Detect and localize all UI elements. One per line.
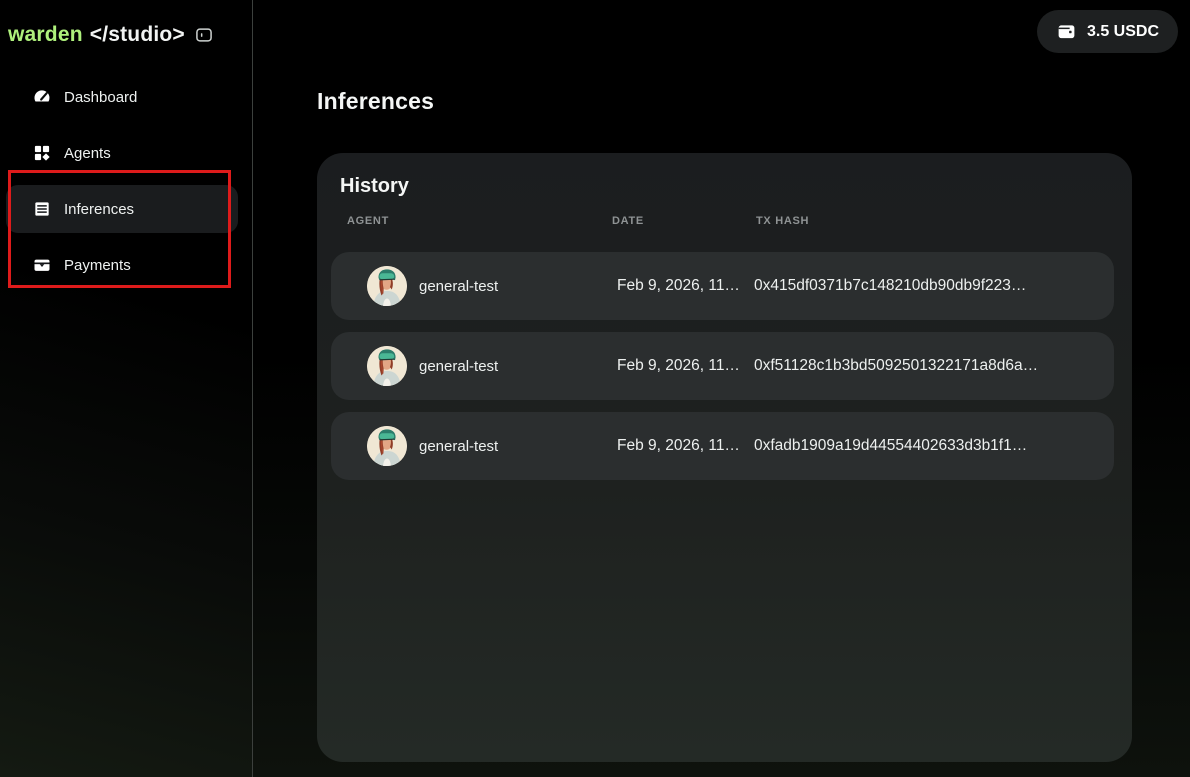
table-row[interactable]: general-test Feb 9, 2026, 11… 0x415df037…	[331, 252, 1114, 320]
brand-wordmark: warden	[8, 23, 83, 47]
wallet-icon	[32, 255, 52, 275]
brand-logo: warden </studio>	[0, 0, 252, 48]
main-area: 3.5 USDC Inferences History AGENT DATE T…	[253, 0, 1190, 777]
sidebar-toggle-button[interactable]	[194, 23, 218, 47]
sidebar-nav: Dashboard Agents	[0, 73, 252, 289]
grid-icon	[32, 143, 52, 163]
wallet-icon	[1056, 21, 1077, 42]
table-header-row: AGENT DATE TX HASH	[317, 215, 1132, 227]
tx-hash: 0xf51128c1b3bd5092501322171a8d6a…	[754, 357, 1114, 375]
list-icon	[32, 199, 52, 219]
inference-date: Feb 9, 2026, 11…	[617, 357, 754, 375]
agent-avatar	[367, 346, 407, 386]
column-header-tx-hash: TX HASH	[756, 215, 1132, 227]
table-row[interactable]: general-test Feb 9, 2026, 11… 0xfadb1909…	[331, 412, 1114, 480]
gauge-icon	[32, 87, 52, 107]
page-title: Inferences	[317, 90, 1190, 113]
sidebar-item-agents[interactable]: Agents	[6, 129, 238, 177]
sidebar-item-dashboard[interactable]: Dashboard	[6, 73, 238, 121]
page-content: Inferences History AGENT DATE TX HASH	[253, 0, 1190, 762]
sidebar-item-payments[interactable]: Payments	[6, 241, 238, 289]
table-row[interactable]: general-test Feb 9, 2026, 11… 0xf51128c1…	[331, 332, 1114, 400]
sidebar-item-label: Inferences	[64, 201, 134, 218]
agent-avatar	[367, 426, 407, 466]
agent-name: general-test	[419, 278, 617, 295]
wallet-balance-text: 3.5 USDC	[1087, 23, 1159, 41]
history-title: History	[340, 175, 1132, 198]
inference-date: Feb 9, 2026, 11…	[617, 277, 754, 295]
app-window: warden </studio> Dashb	[0, 0, 1190, 777]
inference-date: Feb 9, 2026, 11…	[617, 437, 754, 455]
column-header-agent: AGENT	[347, 215, 612, 227]
agent-avatar	[367, 266, 407, 306]
tx-hash: 0xfadb1909a19d44554402633d3b1f1…	[754, 437, 1114, 455]
column-header-date: DATE	[612, 215, 756, 227]
sidebar-item-label: Dashboard	[64, 89, 137, 106]
history-card: History AGENT DATE TX HASH	[317, 153, 1132, 762]
wallet-balance-button[interactable]: 3.5 USDC	[1037, 10, 1178, 53]
panel-left-icon	[194, 25, 214, 45]
agent-name: general-test	[419, 438, 617, 455]
agent-name: general-test	[419, 358, 617, 375]
sidebar-item-label: Agents	[64, 145, 111, 162]
sidebar-item-label: Payments	[64, 257, 131, 274]
tx-hash: 0x415df0371b7c148210db90db9f223…	[754, 277, 1114, 295]
sidebar-item-inferences[interactable]: Inferences	[6, 185, 238, 233]
sidebar: warden </studio> Dashb	[0, 0, 253, 777]
brand-suffix: </studio>	[90, 23, 185, 47]
